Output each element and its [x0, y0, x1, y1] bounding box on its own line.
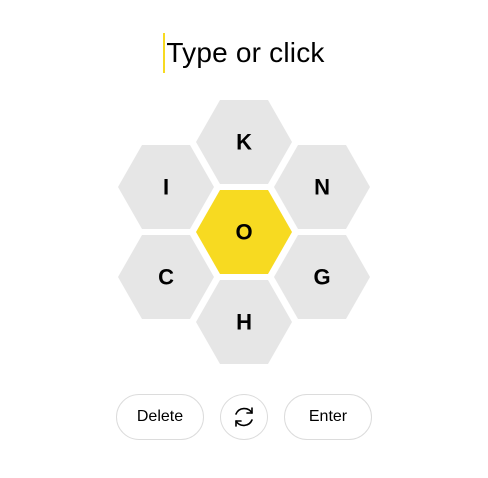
enter-button[interactable]: Enter	[284, 394, 372, 440]
hive-cell-top-right[interactable]: N	[274, 145, 370, 229]
spelling-bee-game: Type or click O K N G H C I Delete Enter	[0, 0, 488, 478]
hive-cell-bottom-left[interactable]: C	[118, 235, 214, 319]
delete-button-label: Delete	[136, 408, 184, 425]
hive-cell-bottom[interactable]: H	[196, 280, 292, 364]
delete-button[interactable]: Delete	[116, 394, 204, 440]
hive-cell-bottom-right[interactable]: G	[274, 235, 370, 319]
hive-cell-top-left[interactable]: I	[118, 145, 214, 229]
hive-cell-center[interactable]: O	[196, 190, 292, 274]
hive-controls: Delete Enter	[0, 394, 488, 440]
shuffle-button[interactable]	[220, 394, 268, 440]
enter-button-label: Enter	[308, 408, 348, 425]
hive-cell-top[interactable]: K	[196, 100, 292, 184]
shuffle-icon	[235, 407, 253, 427]
